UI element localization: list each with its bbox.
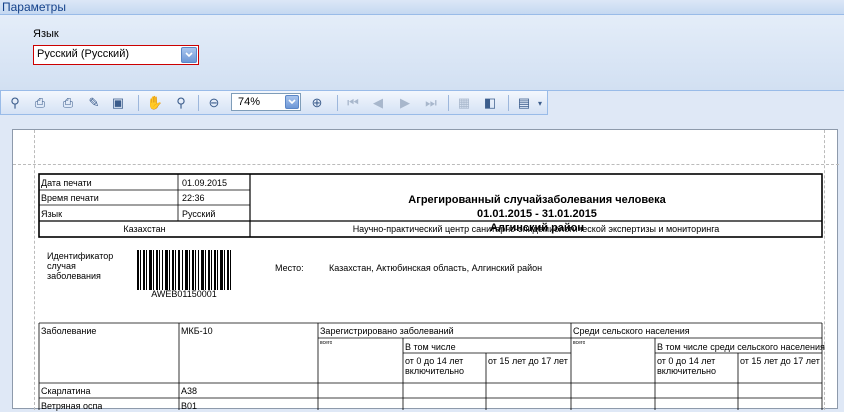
zoom-select[interactable]: 74% xyxy=(231,93,301,111)
params-panel: Язык Русский (Русский) xyxy=(0,15,844,91)
zoom-out-icon[interactable]: ⊖ xyxy=(206,95,222,111)
report-page: Дата печати 01.09.2015 Время печати 22:3… xyxy=(12,129,839,411)
toolbar-separator xyxy=(337,95,338,111)
col-registered-header: Зарегистрировано заболеваний xyxy=(320,326,454,336)
chevron-down-icon xyxy=(185,52,193,58)
export-dropdown-arrow-icon[interactable]: ▾ xyxy=(536,95,544,111)
watermark-icon[interactable]: ▣ xyxy=(110,95,126,111)
multi-page-icon[interactable]: ▦ xyxy=(456,95,472,111)
previous-page-icon[interactable]: ◀ xyxy=(370,95,386,111)
toolbar-separator xyxy=(448,95,449,111)
magnifier-icon[interactable]: ⚲ xyxy=(173,95,189,111)
page-setup-icon[interactable]: ✎ xyxy=(86,95,102,111)
col-rural-15-17-header: от 15 лет до 17 лет xyxy=(740,356,820,366)
zoom-value: 74% xyxy=(238,96,261,108)
zoom-in-icon[interactable]: ⊕ xyxy=(309,95,325,111)
first-page-icon[interactable]: ⏮ xyxy=(345,95,361,111)
next-page-icon[interactable]: ▶ xyxy=(397,95,413,111)
col-incl-header: В том числе xyxy=(405,342,456,352)
language-select[interactable]: Русский (Русский) xyxy=(33,45,199,65)
table-row-disease: Скарлатина xyxy=(41,386,91,396)
chevron-down-icon xyxy=(288,99,296,105)
hand-tool-icon[interactable]: ✋ xyxy=(147,95,163,111)
language-label: Язык xyxy=(33,28,59,40)
table-row-code: B01 xyxy=(181,401,198,411)
print-setup-icon[interactable]: ⎙ xyxy=(32,95,48,111)
print-icon[interactable]: ⎙ xyxy=(60,95,76,111)
toolbar-separator xyxy=(508,95,509,111)
report-viewer[interactable]: Дата печати 01.09.2015 Время печати 22:3… xyxy=(0,115,844,411)
report-toolbar: ⚲ ⎙ ⎙ ✎ ▣ ✋ ⚲ ⊖ 74% ⊕ ⏮ ◀ ▶ ⏭ ▦ ◧ ▤ ▾ xyxy=(0,91,548,115)
params-header: Параметры xyxy=(0,0,844,15)
col-15-17-header: от 15 лет до 17 лет xyxy=(488,356,568,366)
binoculars-icon[interactable]: ⚲ xyxy=(7,95,23,111)
background-color-icon[interactable]: ◧ xyxy=(482,95,498,111)
zoom-dropdown-button[interactable] xyxy=(285,95,299,109)
col-disease-header: Заболевание xyxy=(41,326,97,336)
col-rural-header: Среди сельского населения xyxy=(573,326,690,336)
col-rural-total-header: всего xyxy=(573,340,586,346)
col-0-14-header: от 0 до 14 лет включительно xyxy=(405,356,464,376)
table-row-code: A38 xyxy=(181,386,198,396)
last-page-icon[interactable]: ⏭ xyxy=(423,95,439,111)
toolbar-separator xyxy=(198,95,199,111)
toolbar-separator xyxy=(138,95,139,111)
col-rural-0-14-header: от 0 до 14 лет включительно xyxy=(657,356,716,376)
col-total-header: всего xyxy=(320,340,333,346)
export-icon[interactable]: ▤ xyxy=(516,95,532,111)
language-select-value: Русский (Русский) xyxy=(37,48,130,60)
table-row-disease: Ветряная оспа xyxy=(41,401,103,411)
col-mkb-header: МКБ-10 xyxy=(181,326,213,336)
col-incl-rural-header: В том числе среди сельского населения xyxy=(657,342,825,352)
language-dropdown-button[interactable] xyxy=(181,47,197,63)
